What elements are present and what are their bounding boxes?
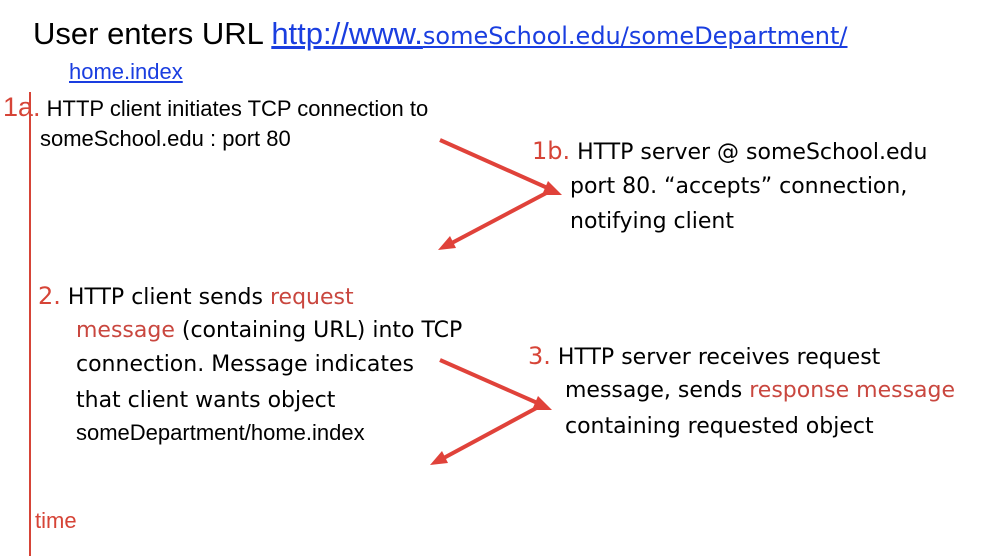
step-2-line3: connection. Message indicates	[76, 352, 414, 377]
step-1b-line1: 1b. HTTP server @ someSchool.edu	[532, 137, 927, 165]
step-3-number: 3.	[528, 342, 551, 370]
title-prefix: User enters URL	[33, 16, 272, 51]
step-2-message-word: message	[76, 318, 175, 343]
url-link-part2[interactable]: someSchool.edu/someDepartment/	[423, 22, 848, 50]
step-1a-number: 1a.	[3, 92, 41, 122]
step-2-number: 2.	[38, 282, 61, 310]
step-2-text2: (containing URL) into TCP	[174, 318, 463, 343]
step-3-text2: message, sends	[565, 378, 750, 403]
step-2-line2: message (containing URL) into TCP	[76, 318, 462, 343]
arrow-1b-to-2-head	[438, 236, 456, 250]
page-title: User enters URL http://www.someSchool.ed…	[33, 16, 848, 52]
step-1b-number: 1b.	[532, 137, 571, 165]
step-3-text1: HTTP server receives request	[550, 345, 881, 370]
step-3-line2: message, sends response message	[565, 378, 955, 403]
step-1a-text1: HTTP client initiates TCP connection to	[40, 96, 429, 121]
arrow-3-to-time-head	[430, 451, 448, 465]
step-1b-line3: notifying client	[570, 209, 734, 234]
step-3-line3: containing requested object	[565, 414, 874, 439]
step-1a-line1: 1a. HTTP client initiates TCP connection…	[3, 92, 428, 123]
step-2-line1: 2. HTTP client sends request	[38, 282, 354, 310]
url-link-part1[interactable]: http://www.	[271, 16, 423, 51]
step-2-request-word: request	[269, 285, 354, 310]
step-2-text1: HTTP client sends	[60, 285, 270, 310]
arrow-1b-to-2	[447, 188, 553, 247]
arrow-3-to-time	[439, 403, 543, 462]
step-2-line5: someDepartment/home.index	[76, 420, 365, 445]
step-1b-line2: port 80. “accepts” connection,	[570, 174, 908, 199]
step-3-response-message: response message	[749, 378, 956, 403]
time-label: time	[33, 508, 79, 534]
step-2-line4: that client wants object	[76, 388, 336, 413]
step-1a-line2: someSchool.edu : port 80	[40, 126, 291, 151]
arrow-2-to-3	[439, 358, 543, 407]
step-3-line1: 3. HTTP server receives request	[528, 342, 880, 370]
step-1b-text1: HTTP server @ someSchool.edu	[570, 140, 928, 165]
url-link-part3[interactable]: home.index	[69, 59, 183, 85]
